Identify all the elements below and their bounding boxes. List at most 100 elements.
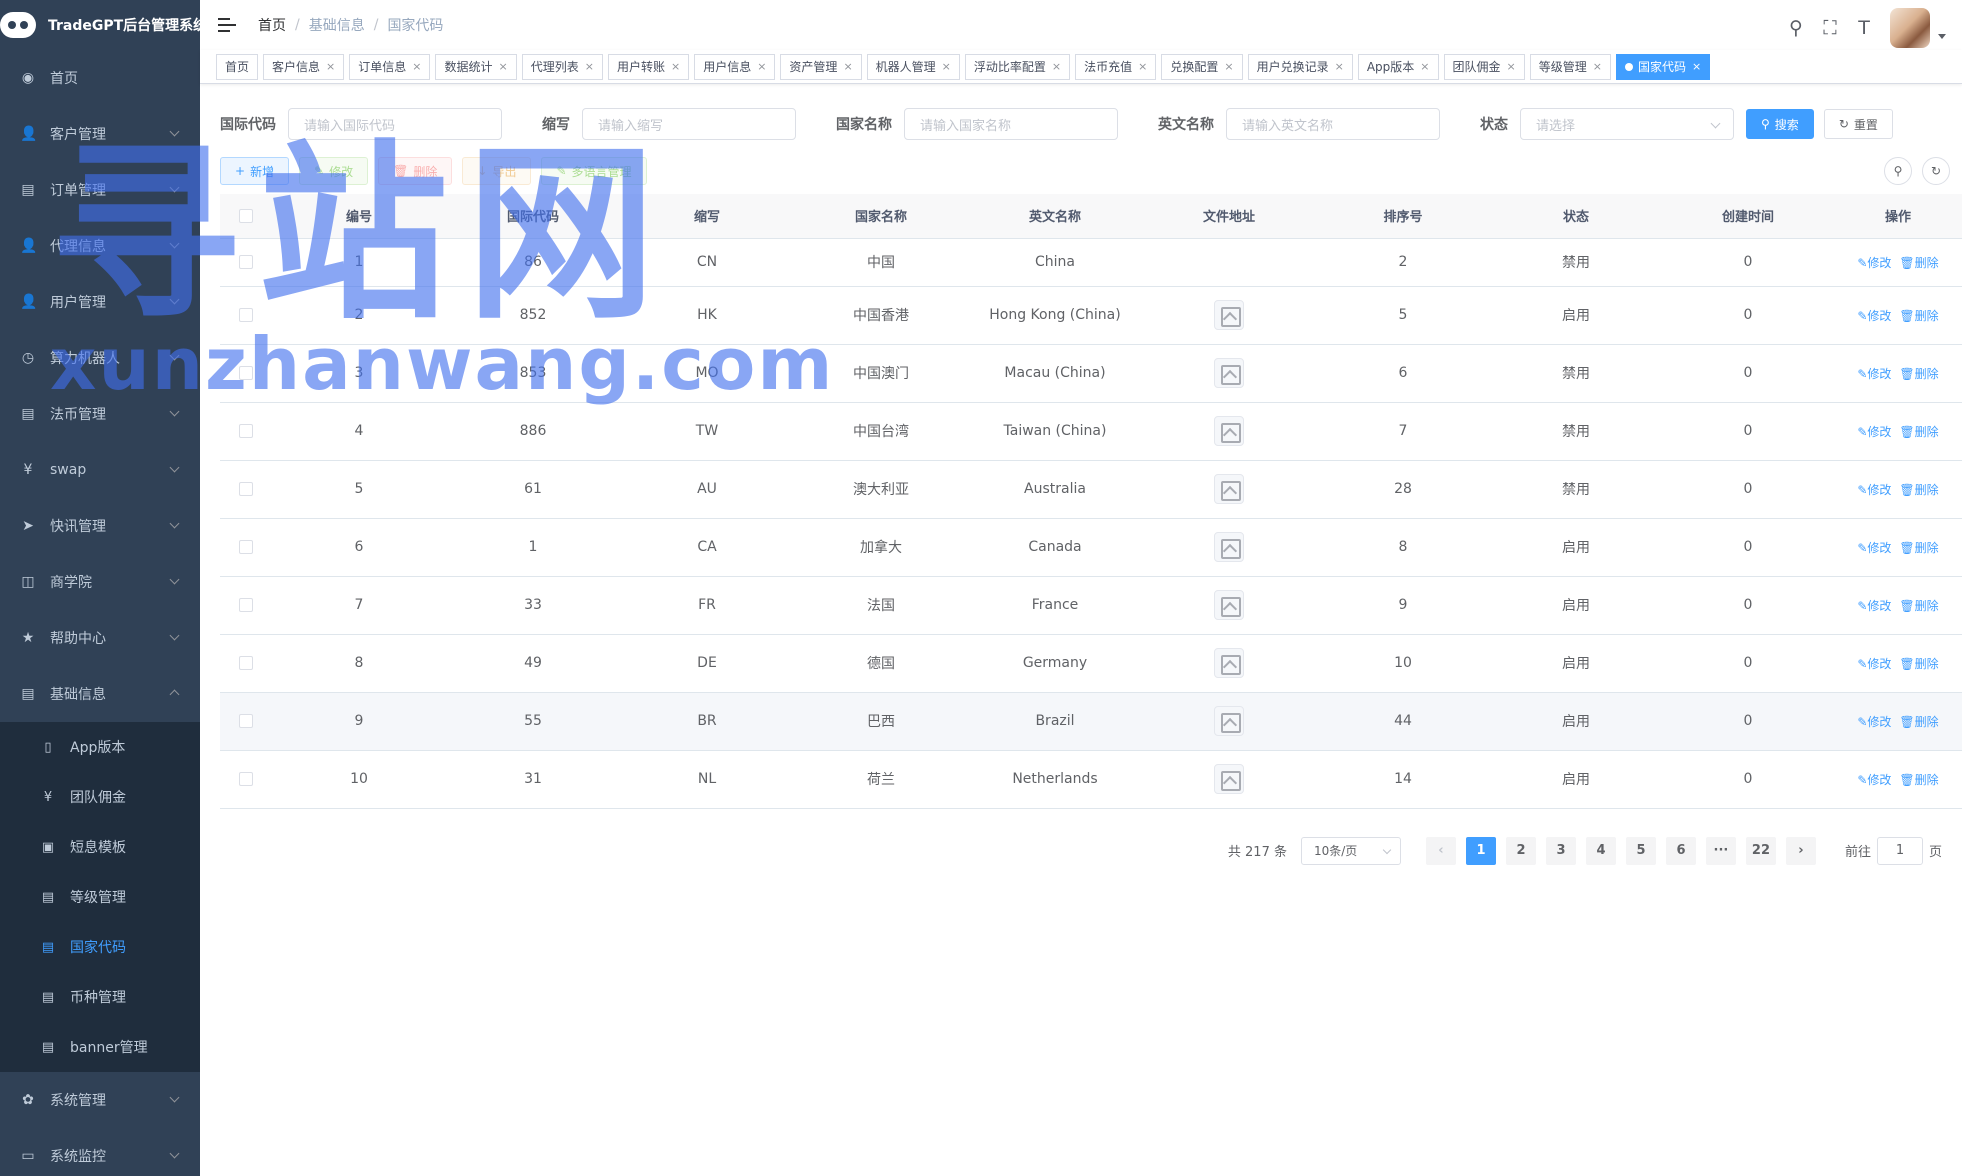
row-edit-button[interactable]: ✎修改 [1857,541,1891,555]
row-checkbox[interactable] [239,366,253,380]
row-edit-button[interactable]: ✎修改 [1857,599,1891,613]
close-icon[interactable]: × [1593,55,1602,79]
page-button[interactable]: 5 [1625,836,1656,865]
row-checkbox[interactable] [239,482,253,496]
search-icon[interactable]: ⚲ [1784,16,1808,40]
sidebar-item-4[interactable]: 👤 用户管理 [0,274,200,330]
image-placeholder-icon[interactable] [1214,648,1244,678]
image-placeholder-icon[interactable] [1214,474,1244,504]
row-edit-button[interactable]: ✎修改 [1857,256,1891,270]
tab-8[interactable]: 机器人管理 × [866,53,960,80]
fullscreen-icon[interactable]: ⛶ [1818,16,1842,40]
page-button[interactable]: 4 [1585,836,1616,865]
row-edit-button[interactable]: ✎修改 [1857,773,1891,787]
close-icon[interactable]: × [1692,55,1701,79]
sidebar-item-5[interactable]: ◷ 算力机器人 [0,330,200,386]
add-button[interactable]: + 新增 [220,157,290,185]
table-row[interactable]: 4 886 TW 中国台湾 Taiwan (China) 7 禁用 0 ✎修改 🗑删除 [220,402,1962,461]
tab-3[interactable]: 数据统计 × [435,53,517,80]
row-checkbox[interactable] [239,598,253,612]
close-icon[interactable]: × [671,55,680,79]
table-row[interactable]: 5 61 AU 澳大利亚 Australia 28 禁用 0 ✎修改 🗑删除 [220,460,1962,519]
row-checkbox[interactable] [239,540,253,554]
row-checkbox[interactable] [239,424,253,438]
image-placeholder-icon[interactable] [1214,358,1244,388]
table-row[interactable]: 6 1 CA 加拿大 Canada 8 启用 0 ✎修改 🗑删除 [220,518,1962,577]
tab-10[interactable]: 法币充值 × [1075,53,1157,80]
tab-6[interactable]: 用户信息 × [694,53,776,80]
tab-1[interactable]: 客户信息 × [263,53,345,80]
toggle-search-button[interactable]: ⚲ [1884,157,1912,185]
row-delete-button[interactable]: 🗑删除 [1899,773,1938,787]
table-row[interactable]: 2 852 HK 中国香港 Hong Kong (China) 5 启用 0 ✎修改 🗑删除 [220,286,1962,345]
close-icon[interactable]: × [585,55,594,79]
close-icon[interactable]: × [1420,55,1429,79]
row-edit-button[interactable]: ✎修改 [1857,657,1891,671]
breadcrumb-item[interactable]: 首页 [258,15,286,35]
select-all-checkbox[interactable] [239,208,253,223]
refresh-button[interactable]: ↻ [1922,157,1950,185]
font-size-icon[interactable]: T [1852,16,1876,40]
tab-11[interactable]: 兑换配置 × [1161,53,1243,80]
export-button[interactable]: ↓ 导出 [462,157,532,185]
page-button[interactable]: 1 [1465,836,1496,865]
image-placeholder-icon[interactable] [1214,590,1244,620]
sidebar-item-0[interactable]: ◉ 首页 [0,50,200,106]
row-edit-button[interactable]: ✎修改 [1857,715,1891,729]
app-logo[interactable]: TradeGPT后台管理系统 [0,0,200,50]
sidebar-bottom-item-0[interactable]: ✿ 系统管理 [0,1072,200,1128]
page-button[interactable]: ··· [1705,836,1736,865]
sidebar-item-10[interactable]: ★ 帮助中心 [0,610,200,666]
avatar[interactable] [1890,8,1930,48]
sidebar-item-1[interactable]: 👤 客户管理 [0,106,200,162]
sidebar-item-2[interactable]: ▤ 订单管理 [0,162,200,218]
tab-16[interactable]: 国家代码 × [1615,53,1711,80]
delete-button[interactable]: 🗑 删除 [378,157,453,185]
table-row[interactable]: 8 49 DE 德国 Germany 10 启用 0 ✎修改 🗑删除 [220,634,1962,693]
table-row[interactable]: 3 853 MO 中国澳门 Macau (China) 6 禁用 0 ✎修改 🗑删除 [220,344,1962,403]
sidebar-subitem-5[interactable]: ▤ 币种管理 [0,972,200,1022]
tab-0[interactable]: 首页 [216,53,259,80]
tab-7[interactable]: 资产管理 × [780,53,862,80]
row-checkbox[interactable] [239,714,253,728]
sidebar-item-9[interactable]: ◫ 商学院 [0,554,200,610]
table-row[interactable]: 9 55 BR 巴西 Brazil 44 启用 0 ✎修改 🗑删除 [220,692,1962,751]
tab-2[interactable]: 订单信息 × [349,53,431,80]
row-edit-button[interactable]: ✎修改 [1857,483,1891,497]
search-input-1[interactable]: 请输入缩写 [582,108,796,140]
close-icon[interactable]: × [1052,55,1061,79]
sidebar-bottom-item-1[interactable]: ▭ 系统监控 [0,1128,200,1176]
row-delete-button[interactable]: 🗑删除 [1899,425,1938,439]
row-edit-button[interactable]: ✎修改 [1857,309,1891,323]
status-select[interactable]: 请选择 [1520,108,1734,140]
edit-button[interactable]: ✎ 修改 [299,157,369,185]
row-checkbox[interactable] [239,255,253,269]
row-checkbox[interactable] [239,656,253,670]
tab-15[interactable]: 等级管理 × [1529,53,1611,80]
sidebar-item-7[interactable]: ¥ swap [0,442,200,498]
table-row[interactable]: 10 31 NL 荷兰 Netherlands 14 启用 0 ✎修改 🗑删除 [220,750,1962,809]
prev-page-icon[interactable]: ‹ [1425,836,1456,865]
row-edit-button[interactable]: ✎修改 [1857,425,1891,439]
close-icon[interactable]: × [499,55,508,79]
hamburger-icon[interactable] [218,18,236,32]
close-icon[interactable]: × [757,55,766,79]
image-placeholder-icon[interactable] [1214,532,1244,562]
row-delete-button[interactable]: 🗑删除 [1899,309,1938,323]
sidebar-subitem-4[interactable]: ▤ 国家代码 [0,922,200,972]
row-delete-button[interactable]: 🗑删除 [1899,541,1938,555]
row-checkbox[interactable] [239,308,253,322]
page-size-select[interactable]: 10条/页 [1300,836,1401,865]
page-button[interactable]: 6 [1665,836,1696,865]
search-input-2[interactable]: 请输入国家名称 [904,108,1118,140]
search-input-0[interactable]: 请输入国际代码 [288,108,502,140]
row-delete-button[interactable]: 🗑删除 [1899,367,1938,381]
next-page-icon[interactable]: › [1785,836,1816,865]
sidebar-subitem-0[interactable]: ▯ App版本 [0,722,200,772]
reset-button[interactable]: ↻ 重置 [1823,109,1893,139]
close-icon[interactable]: × [1507,55,1516,79]
tab-5[interactable]: 用户转账 × [607,53,690,80]
tab-9[interactable]: 浮动比率配置 × [964,53,1071,80]
tab-12[interactable]: 用户兑换记录 × [1247,53,1353,80]
row-checkbox[interactable] [239,772,253,786]
